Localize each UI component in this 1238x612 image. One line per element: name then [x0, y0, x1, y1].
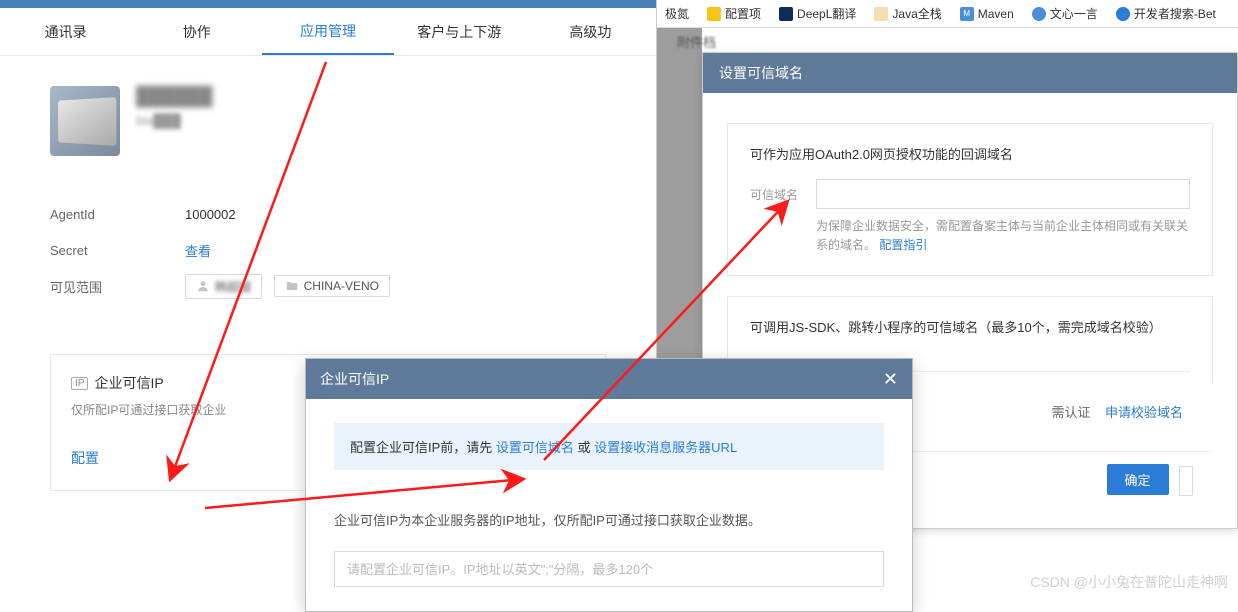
- bookmark-item[interactable]: 文心一言: [1032, 5, 1098, 22]
- app-id: bla███: [136, 113, 213, 128]
- oauth-section-title: 可作为应用OAuth2.0网页授权功能的回调域名: [750, 144, 1190, 163]
- ip-modal-title: 企业可信IP: [320, 369, 389, 389]
- bookmark-item[interactable]: 配置项: [707, 5, 761, 22]
- watermark: CSDN @小小兔在普陀山走神啊: [1030, 572, 1228, 592]
- visible-label: 可见范围: [50, 277, 185, 296]
- bookmark-item[interactable]: Java全栈: [874, 5, 941, 22]
- close-icon[interactable]: ✕: [883, 370, 898, 388]
- nav-tabs: 通讯录 协作 应用管理 客户与上下游 高级功: [0, 8, 656, 56]
- bookmark-bar: 极氮 配置项 DeepL翻译 Java全栈 MMaven 文心一言 开发者搜索-…: [657, 0, 1238, 28]
- ip-alert: 配置企业可信IP前，请先 设置可信域名 或 设置接收消息服务器URL: [334, 423, 884, 470]
- info-rows: AgentId 1000002 Secret 查看 可见范围 韩超越 CHINA…: [50, 196, 606, 304]
- folder-icon: [285, 279, 299, 293]
- cancel-button-edge[interactable]: [1179, 466, 1193, 496]
- agentid-label: AgentId: [50, 207, 185, 222]
- nav-tab-advanced[interactable]: 高级功: [525, 8, 656, 55]
- confirm-button[interactable]: 确定: [1107, 464, 1169, 495]
- oauth-section: 可作为应用OAuth2.0网页授权功能的回调域名 可信域名 为保障企业数据安全，…: [727, 123, 1213, 276]
- bookmark-item[interactable]: 极氮: [665, 5, 689, 22]
- visible-tag-dept-label: CHINA-VENO: [304, 279, 379, 293]
- ip-modal-header: 企业可信IP ✕: [306, 359, 912, 399]
- jssdk-section-title: 可调用JS-SDK、跳转小程序的可信域名（最多10个，需完成域名校验）: [750, 317, 1190, 336]
- visible-tag-dept[interactable]: CHINA-VENO: [274, 275, 390, 297]
- ip-modal: 企业可信IP ✕ 配置企业可信IP前，请先 设置可信域名 或 设置接收消息服务器…: [305, 358, 913, 612]
- ip-input[interactable]: [334, 551, 884, 587]
- nav-tab-customers[interactable]: 客户与上下游: [394, 8, 525, 55]
- ip-title-text: 企业可信IP: [94, 373, 163, 393]
- app-icon: [50, 86, 120, 156]
- bookmark-item[interactable]: 开发者搜索-Bet: [1116, 5, 1216, 22]
- set-callback-link[interactable]: 设置接收消息服务器URL: [594, 440, 737, 455]
- top-bar: [0, 0, 656, 8]
- app-name: ██████: [136, 86, 213, 107]
- bg-text: 附件档: [657, 28, 1238, 55]
- nav-tab-collab[interactable]: 协作: [131, 8, 262, 55]
- set-domain-link[interactable]: 设置可信域名: [496, 440, 574, 455]
- secret-label: Secret: [50, 243, 185, 258]
- apply-verify-link[interactable]: 申请校验域名: [1105, 405, 1183, 420]
- config-guide-link[interactable]: 配置指引: [879, 238, 927, 252]
- domain-field-label: 可信域名: [750, 179, 806, 203]
- domain-input[interactable]: [816, 179, 1190, 209]
- visible-tag-user-label: 韩超越: [215, 278, 251, 295]
- domain-dialog-header: 设置可信域名: [703, 53, 1237, 93]
- ip-modal-desc: 企业可信IP为本企业服务器的IP地址，仅所配IP可通过接口获取企业数据。: [334, 510, 884, 529]
- bookmark-item[interactable]: MMaven: [960, 7, 1014, 21]
- user-icon: [196, 279, 210, 293]
- agentid-value: 1000002: [185, 207, 236, 222]
- ip-badge-icon: IP: [71, 377, 88, 390]
- app-header: ██████ bla███: [50, 86, 606, 156]
- secret-view-link[interactable]: 查看: [185, 241, 211, 260]
- nav-tab-apps[interactable]: 应用管理: [262, 8, 393, 55]
- nav-tab-contacts[interactable]: 通讯录: [0, 8, 131, 55]
- domain-help: 为保障企业数据安全，需配置备案主体与当前企业主体相同或有关联关系的域名。 配置指…: [816, 217, 1190, 255]
- ip-config-link[interactable]: 配置: [71, 450, 99, 466]
- visible-tag-user[interactable]: 韩超越: [185, 274, 262, 299]
- bookmark-item[interactable]: DeepL翻译: [779, 5, 856, 22]
